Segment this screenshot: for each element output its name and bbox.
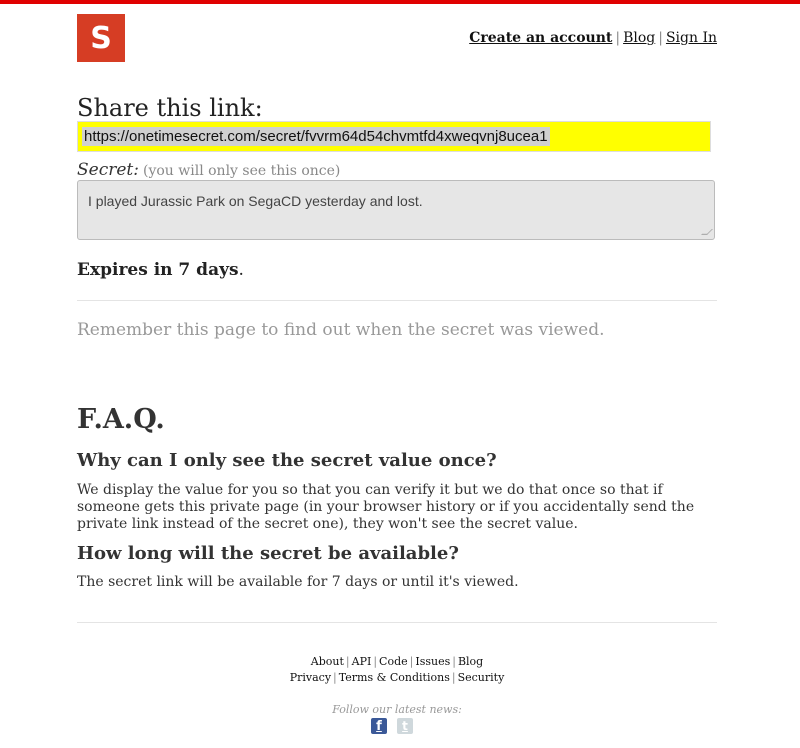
footer-separator: | — [373, 655, 378, 668]
footer-link-security[interactable]: Security — [458, 671, 505, 684]
footer-link-about[interactable]: About — [311, 655, 344, 668]
footer-row: Privacy | Terms & Conditions | Security — [77, 670, 717, 686]
facebook-icon[interactable]: f — [371, 718, 387, 734]
secret-label: Secret: (you will only see this once) — [77, 160, 340, 180]
faq-question: How long will the secret be available? — [77, 543, 459, 564]
twitter-icon[interactable]: t — [397, 718, 413, 734]
secret-value: I played Jurassic Park on SegaCD yesterd… — [88, 193, 423, 209]
footer-row: About | API | Code | Issues | Blog — [77, 654, 717, 670]
footer-separator: | — [452, 655, 456, 668]
footer-link-blog[interactable]: Blog — [458, 655, 483, 668]
footer-separator: | — [451, 671, 456, 684]
sign-in-link[interactable]: Sign In — [666, 30, 717, 46]
faq-title: F.A.Q. — [77, 404, 165, 435]
footer-link-issues[interactable]: Issues — [415, 655, 450, 668]
share-link-field[interactable]: https://onetimesecret.com/secret/fvvrm64… — [77, 121, 711, 152]
facebook-glyph: f — [376, 719, 382, 734]
faq-answer: We display the value for you so that you… — [77, 482, 695, 532]
site-logo[interactable]: S — [77, 14, 125, 62]
footer-separator: | — [333, 671, 337, 684]
social-links: f t — [371, 718, 413, 734]
top-nav: Create an account | Blog | Sign In — [469, 30, 717, 46]
footer-link-privacy[interactable]: Privacy — [290, 671, 331, 684]
faq-answer: The secret link will be available for 7 … — [77, 574, 519, 590]
footer-separator: | — [345, 655, 350, 668]
secret-textarea[interactable]: I played Jurassic Park on SegaCD yesterd… — [77, 180, 715, 240]
nav-separator: | — [658, 30, 663, 46]
nav-separator: | — [615, 30, 621, 46]
footer-links: About | API | Code | Issues | Blog Privacy | Terms… — [77, 654, 717, 686]
secret-label-text: Secret: — [77, 160, 139, 180]
expires-suffix: . — [238, 260, 244, 280]
footer-link-terms[interactable]: Terms & Conditions — [339, 671, 450, 684]
expires-notice: Expires in 7 days. — [77, 260, 244, 280]
share-title: Share this link: — [77, 94, 263, 122]
follow-label: Follow our latest news: — [332, 703, 462, 716]
logo-letter: S — [90, 20, 112, 56]
blog-link[interactable]: Blog — [623, 30, 655, 46]
top-accent-bar — [0, 0, 800, 4]
footer-separator: | — [409, 655, 414, 668]
twitter-glyph: t — [402, 719, 408, 733]
divider — [77, 300, 717, 301]
expires-text: Expires in 7 days — [77, 260, 239, 280]
resize-handle-icon[interactable] — [701, 229, 713, 235]
footer-link-api[interactable]: API — [352, 655, 372, 668]
footer-link-code[interactable]: Code — [379, 655, 408, 668]
footer-divider — [77, 622, 717, 623]
create-account-link[interactable]: Create an account — [469, 30, 612, 46]
faq-question: Why can I only see the secret value once… — [77, 450, 497, 471]
share-link-text[interactable]: https://onetimesecret.com/secret/fvvrm64… — [82, 127, 550, 146]
secret-note: (you will only see this once) — [142, 163, 341, 179]
remember-note: Remember this page to find out when the … — [77, 320, 605, 340]
